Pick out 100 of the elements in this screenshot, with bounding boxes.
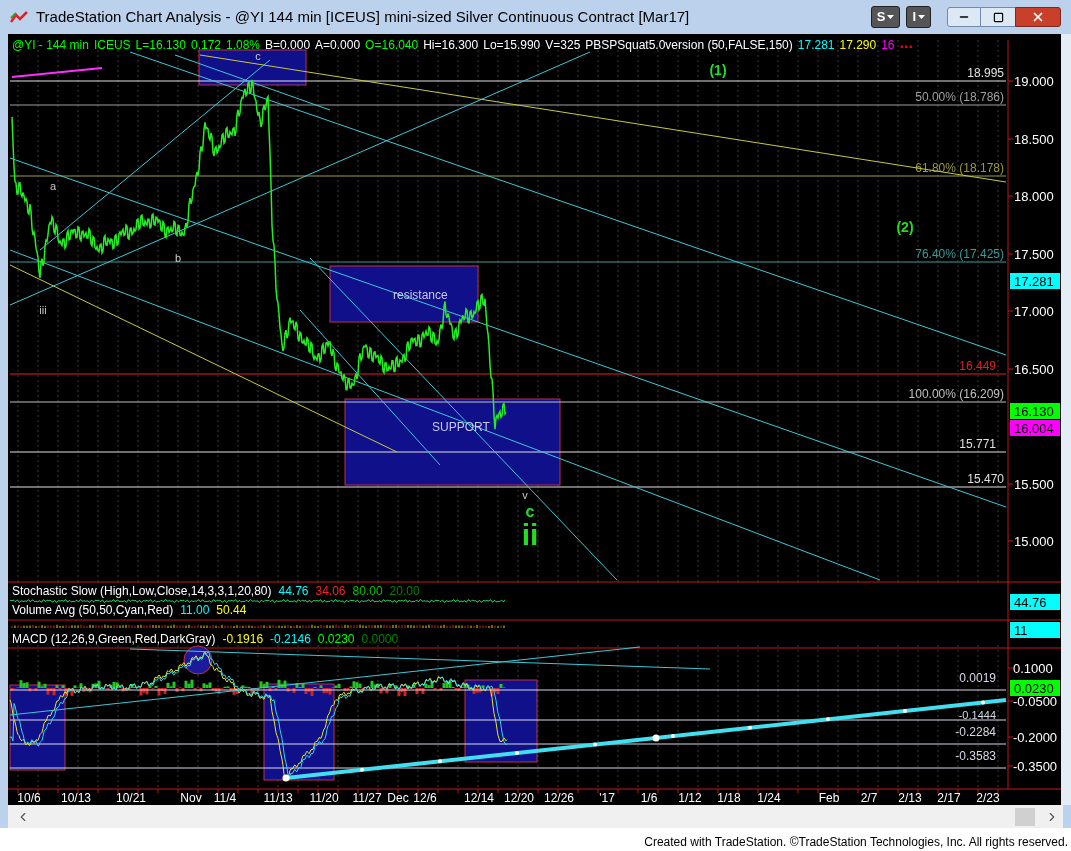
axis-label: 15.000 <box>1014 534 1054 549</box>
maximize-button[interactable] <box>981 7 1015 27</box>
wave-label: (2) <box>896 219 914 235</box>
axis-label: 17.000 <box>1014 304 1054 319</box>
indicator-name: Volume Avg (50,50,Cyan,Red) <box>12 604 174 617</box>
quote-field: 17.290 <box>839 36 877 54</box>
quote-field: 16 <box>881 36 895 54</box>
level-label: 100.00% (16.209) <box>908 387 1004 401</box>
chart-app-icon <box>10 10 28 24</box>
axis-label: 1/18 <box>717 791 741 805</box>
minimize-button[interactable] <box>947 7 981 27</box>
price-badge: 0.0230 <box>1010 680 1060 696</box>
wave-label: ii <box>521 518 539 551</box>
axis-label: 16.500 <box>1014 362 1054 377</box>
caret-icon <box>887 15 895 19</box>
axis-label: -0.3500 <box>1013 759 1058 774</box>
marker-circle <box>183 645 213 675</box>
scroll-thumb[interactable] <box>1015 807 1035 826</box>
axis-label: 11/4 <box>213 791 237 805</box>
indicator-value: 0.0000 <box>361 633 399 646</box>
axis-label: 12/20 <box>504 791 534 805</box>
menu-button[interactable]: I <box>906 6 931 28</box>
axis-label: 10/13 <box>61 791 91 805</box>
indicator-name: Stochastic Slow (High,Low,Close,14,3,3,1,20,80) <box>12 585 272 598</box>
level-label: -0.3583 <box>955 749 996 763</box>
level-label: 15.771 <box>959 437 996 451</box>
quote-field: B=0.000 <box>265 36 311 54</box>
quote-field: Lo=15.990 <box>483 36 541 54</box>
axis-label: 1/24 <box>757 791 781 805</box>
axis-label: 2/17 <box>937 791 961 805</box>
price-badge: 11 <box>1010 622 1060 638</box>
axis-label: 10/21 <box>116 791 146 805</box>
axis-label: 11/20 <box>309 791 339 805</box>
indicator-value: 20.00 <box>389 585 420 598</box>
axis-label: 11/27 <box>352 791 382 805</box>
wave-label: iii <box>39 304 47 316</box>
axis-label: 2/23 <box>976 791 1000 805</box>
axis-label: 1/12 <box>678 791 702 805</box>
wave-label: v <box>522 489 528 501</box>
quote-field: 17.281 <box>797 36 835 54</box>
axis-label: 10/6 <box>17 791 41 805</box>
quote-field: V=325 <box>545 36 581 54</box>
indicator-value: 80.00 <box>352 585 383 598</box>
level-label: 16.449 <box>959 359 996 373</box>
quote-field: ... <box>899 36 913 54</box>
quote-field: Hi=16.300 <box>423 36 479 54</box>
axis-label: 2/7 <box>860 791 878 805</box>
indicator-value: 50.44 <box>216 604 247 617</box>
quote-field: O=16.040 <box>365 36 419 54</box>
axis-label: 17.500 <box>1014 247 1054 262</box>
window-title: TradeStation Chart Analysis - @YI 144 min [ICEUS] mini-sized Silver Continuous Contract [Mar17] <box>36 6 690 27</box>
wave-label: c <box>525 503 535 520</box>
axis-label: 12/6 <box>413 791 437 805</box>
price-badge: 16.004 <box>1010 420 1060 436</box>
quote-field: PBSPSquat5.0version (50,FALSE,150) <box>585 36 793 54</box>
wave-label: a <box>49 180 57 192</box>
axis-label: '17 <box>599 791 615 805</box>
quote-field: @YI - 144 min <box>12 36 89 54</box>
quote-field: ICEUS <box>93 36 131 54</box>
wave-label: b <box>174 252 182 264</box>
quote-field: L=16.130 <box>135 36 186 54</box>
copyright-footer: Created with TradeStation. ©TradeStation Technologies, Inc. All rights reserved. <box>644 833 1068 851</box>
quote-field: A=0.000 <box>315 36 361 54</box>
axis-label: 19.000 <box>1014 74 1054 89</box>
price-badge: 16.130 <box>1010 403 1060 419</box>
quote-field: 0.172 <box>190 36 221 54</box>
indicator-value: 34.06 <box>315 585 346 598</box>
indicator-value: 11.00 <box>180 604 210 617</box>
level-label: 0.0019 <box>959 671 996 685</box>
indicator-name: MACD (12,26,9,Green,Red,DarkGray) <box>12 633 216 646</box>
level-label: 15.470 <box>967 472 1004 486</box>
level-label: 50.00% (18.786) <box>915 90 1004 104</box>
axis-label: 15.500 <box>1014 477 1054 492</box>
menu-button[interactable]: S <box>870 6 901 28</box>
vertical-scrollbar[interactable] <box>1061 34 1071 805</box>
axis-label: Feb <box>818 791 840 805</box>
indicator-value: -0.1916 <box>222 633 264 646</box>
axis-label: 12/26 <box>544 791 574 805</box>
axis-label: -0.2000 <box>1013 730 1058 745</box>
horizontal-scrollbar[interactable] <box>8 805 1063 828</box>
axis-label: Nov <box>180 791 202 805</box>
axis-label: 12/14 <box>464 791 494 805</box>
indicator-value: -0.2146 <box>270 633 311 646</box>
level-label: -0.2284 <box>955 725 996 739</box>
axis-label: 18.500 <box>1014 132 1054 147</box>
close-button[interactable] <box>1015 7 1061 27</box>
indicator-value: 0.0230 <box>317 633 355 646</box>
level-label: 76.40% (17.425) <box>915 247 1004 261</box>
axis-label: 2/13 <box>898 791 922 805</box>
price-badge: 17.281 <box>1010 273 1060 289</box>
maximize-icon <box>992 11 1004 23</box>
wave-label: (1) <box>709 62 727 78</box>
close-icon <box>1031 10 1045 24</box>
axis-label: 11/13 <box>263 791 293 805</box>
level-label: -0.1444 <box>958 709 996 721</box>
axis-label: Dec <box>387 791 409 805</box>
price-badge: 44.76 <box>1010 594 1060 610</box>
level-label: 18.995 <box>967 66 1004 80</box>
axis-label: -0.0500 <box>1013 694 1058 709</box>
axis-label: 1/6 <box>640 791 658 805</box>
